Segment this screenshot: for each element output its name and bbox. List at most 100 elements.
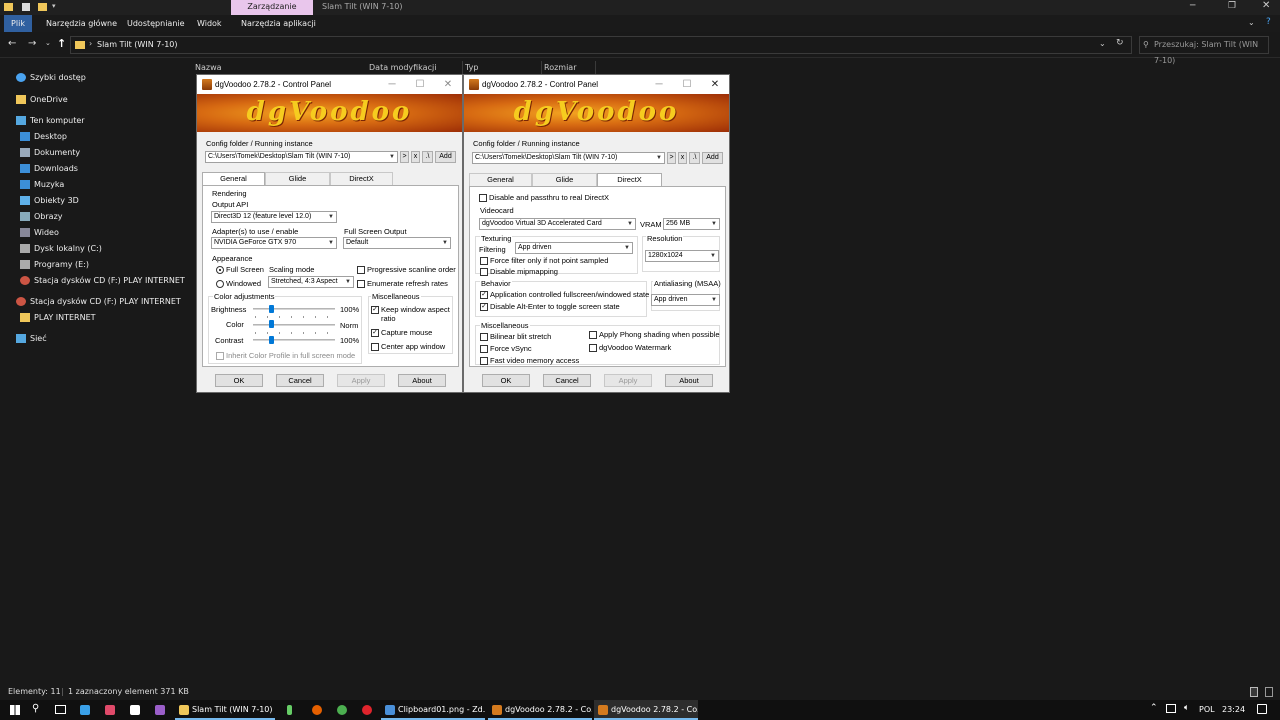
capture-mouse-label[interactable]: Capture mouse [381,328,432,337]
maximize-icon[interactable]: ☐ [673,75,701,94]
firefox-icon[interactable] [312,705,322,715]
notifications-icon[interactable] [1257,704,1267,714]
apply-button[interactable]: Apply [337,374,385,387]
brightness-slider-thumb[interactable] [269,305,274,313]
tiles-view-icon[interactable] [1265,687,1273,697]
antialiasing-combo[interactable]: App driven ▼ [651,294,720,306]
dialog-titlebar[interactable]: dgVoodoo 2.78.2 - Control Panel ─ ☐ ✕ [464,75,729,94]
force-filter-label[interactable]: Force filter only if not point sampled [490,256,608,265]
disable-alt-enter-checkbox[interactable] [480,303,488,311]
apply-button[interactable]: Apply [604,374,652,387]
task-view-icon[interactable] [55,705,66,714]
remove-button[interactable]: x [678,152,687,164]
back-icon[interactable]: ← [8,38,16,49]
app-icon[interactable] [105,705,115,715]
add-button[interactable]: Add [702,152,723,164]
current-folder-button[interactable]: .\ [422,151,433,163]
close-icon[interactable]: ✕ [1262,0,1270,11]
disable-mipmapping-label[interactable]: Disable mipmapping [490,267,558,276]
full-screen-output-combo[interactable]: Default ▼ [343,237,451,249]
windowed-label[interactable]: Windowed [226,279,261,288]
close-icon[interactable]: ✕ [434,75,462,94]
keep-aspect-label[interactable]: Keep window aspect [381,305,450,314]
recent-chevron-icon[interactable]: ⌄ [45,39,51,47]
up-icon[interactable]: ↑ [57,37,66,50]
taskbar-dgvoodoo-2[interactable]: dgVoodoo 2.78.2 - Co... [594,700,698,720]
properties-icon[interactable] [22,3,30,11]
force-filter-checkbox[interactable] [480,257,488,265]
keep-aspect-checkbox[interactable] [371,306,379,314]
address-dropdown-icon[interactable]: ⌄ [1099,39,1106,48]
taskbar-dgvoodoo-1[interactable]: dgVoodoo 2.78.2 - Co... [488,700,592,720]
taskbar-explorer[interactable]: Slam Tilt (WIN 7-10) [175,700,275,720]
app-icon[interactable] [287,705,292,715]
disable-mipmapping-checkbox[interactable] [480,268,488,276]
enumerate-refresh-label[interactable]: Enumerate refresh rates [367,279,448,288]
column-separator[interactable] [541,61,542,74]
about-button[interactable]: About [398,374,446,387]
tab-directx[interactable]: DirectX [597,173,662,187]
column-separator[interactable] [462,61,463,74]
phong-checkbox[interactable] [589,331,597,339]
output-api-combo[interactable]: Direct3D 12 (feature level 12.0) ▼ [211,211,337,223]
bilinear-label[interactable]: Bilinear blit stretch [490,332,551,341]
force-vsync-label[interactable]: Force vSync [490,344,532,353]
help-icon[interactable]: ? [1266,17,1271,27]
disable-passthru-checkbox[interactable] [479,194,487,202]
disable-passthru-label[interactable]: Disable and passthru to real DirectX [489,193,609,202]
vram-combo[interactable]: 256 MB ▼ [663,218,720,230]
force-vsync-checkbox[interactable] [480,345,488,353]
ribbon-tab-home[interactable]: Narzędzia główne [40,15,123,32]
start-icon[interactable] [10,705,20,715]
app-controlled-checkbox[interactable] [480,291,488,299]
minimize-icon[interactable]: ─ [645,75,673,94]
inherit-color-profile-checkbox[interactable] [216,352,224,360]
progressive-checkbox[interactable] [357,266,365,274]
tab-glide[interactable]: Glide [265,172,330,185]
ctx-tab-zarzadzanie[interactable]: Zarządzanie [231,0,313,15]
app-icon[interactable] [130,705,140,715]
maximize-icon[interactable]: ❐ [1228,1,1236,11]
phong-label[interactable]: Apply Phong shading when possible [599,330,720,339]
filtering-combo[interactable]: App driven ▼ [515,242,633,254]
taskbar-image-viewer[interactable]: Clipboard01.png - Zd... [381,700,485,720]
language-indicator[interactable]: POL [1199,705,1215,714]
color-slider-track[interactable] [253,324,335,326]
fast-vmem-checkbox[interactable] [480,357,488,365]
search-icon[interactable]: ⚲ [32,703,39,714]
app-controlled-label[interactable]: Application controlled fullscreen/window… [490,290,649,299]
ribbon-expand-icon[interactable]: ⌄ [1248,18,1255,27]
disable-alt-enter-label[interactable]: Disable Alt-Enter to toggle screen state [490,302,620,311]
navigate-button[interactable]: > [667,152,676,164]
full-screen-radio[interactable] [216,266,224,274]
current-folder-button[interactable]: .\ [689,152,700,164]
bilinear-checkbox[interactable] [480,333,488,341]
minimize-icon[interactable]: ─ [1190,1,1195,11]
address-input[interactable]: › Slam Tilt (WIN 7-10) ⌄ ↻ [70,36,1132,54]
ok-button[interactable]: OK [215,374,263,387]
videocard-combo[interactable]: dgVoodoo Virtual 3D Accelerated Card ▼ [479,218,636,230]
full-screen-label[interactable]: Full Screen [226,265,264,274]
remove-button[interactable]: x [411,151,420,163]
dialog-titlebar[interactable]: dgVoodoo 2.78.2 - Control Panel ─ ☐ ✕ [197,75,462,94]
color-slider-thumb[interactable] [269,320,274,328]
tab-glide[interactable]: Glide [532,173,597,186]
network-icon[interactable] [1166,704,1176,713]
ok-button[interactable]: OK [482,374,530,387]
ribbon-tab-share[interactable]: Udostępnianie [121,15,191,32]
column-size[interactable]: Rozmiar [544,61,577,74]
resolution-combo[interactable]: 1280x1024 ▼ [645,250,719,262]
column-separator[interactable] [595,61,596,74]
opera-icon[interactable] [362,705,372,715]
contrast-slider-thumb[interactable] [269,336,274,344]
search-input[interactable]: ⚲ Przeszukaj: Slam Tilt (WIN 7-10) [1139,36,1269,65]
add-button[interactable]: Add [435,151,456,163]
maximize-icon[interactable]: ☐ [406,75,434,94]
windowed-radio[interactable] [216,280,224,288]
about-button[interactable]: About [665,374,713,387]
tray-chevron-icon[interactable]: ⌃ [1150,703,1158,713]
enumerate-refresh-checkbox[interactable] [357,280,365,288]
watermark-checkbox[interactable] [589,344,597,352]
column-date[interactable]: Data modyfikacji [369,61,436,74]
config-folder-combo[interactable]: C:\Users\Tomek\Desktop\Slam Tilt (WIN 7-… [205,151,398,163]
